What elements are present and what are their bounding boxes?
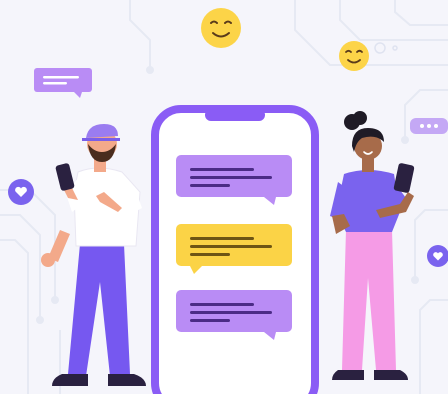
smile-emoji-icon-small — [339, 41, 369, 71]
chat-bubble-message-1 — [176, 155, 292, 205]
woman-figure — [330, 111, 415, 380]
chat-bubble-message-3 — [176, 290, 292, 340]
smile-emoji-icon — [201, 8, 241, 48]
heart-icon-right — [427, 245, 448, 267]
chat-bubble-message-2 — [176, 224, 292, 274]
chat-bubble-icon-small — [34, 68, 92, 98]
man-figure — [41, 124, 146, 386]
heart-icon — [8, 179, 34, 205]
illustration-canvas — [0, 0, 448, 394]
